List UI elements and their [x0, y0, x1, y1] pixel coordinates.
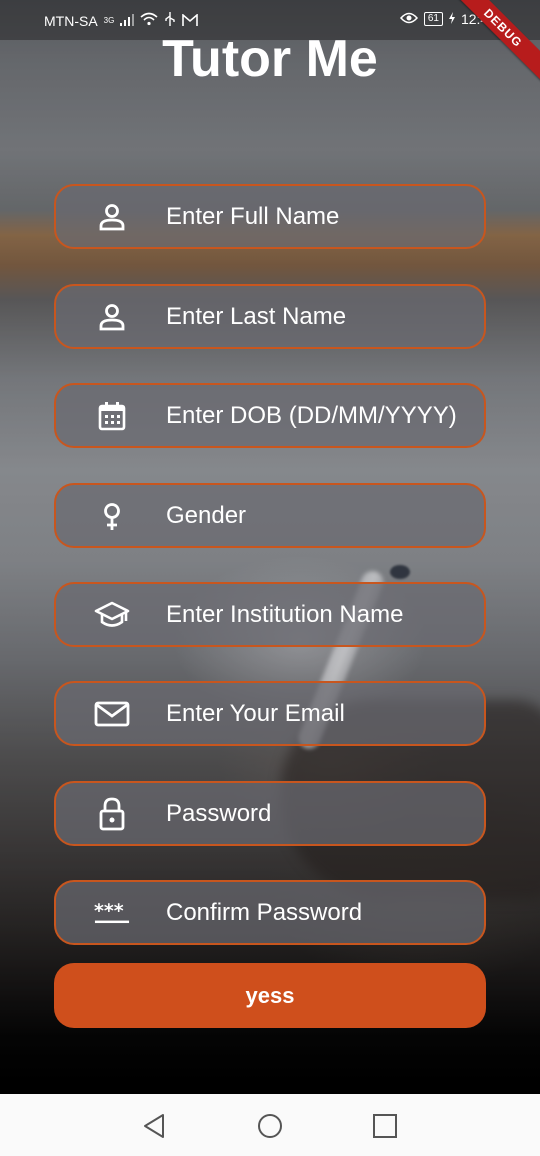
institution-placeholder: Enter Institution Name — [166, 600, 404, 628]
last-name-field[interactable]: Enter Last Name — [54, 284, 486, 349]
gender-placeholder: Gender — [166, 501, 247, 529]
eye-icon — [399, 11, 418, 27]
password-placeholder: Password — [166, 799, 272, 827]
battery-indicator: 61 — [423, 12, 443, 26]
dob-placeholder: Enter DOB (DD/MM/YYYY) — [166, 401, 457, 429]
signal-icon — [120, 13, 135, 29]
carrier-name: MTN-SA — [44, 12, 98, 29]
gender-field[interactable]: Gender — [54, 483, 486, 548]
svg-text:***: *** — [94, 899, 124, 921]
person-icon — [94, 299, 130, 335]
email-placeholder: Enter Your Email — [166, 699, 345, 727]
confirm-password-placeholder: Confirm Password — [166, 898, 363, 926]
status-left: MTN-SA 3G — [44, 12, 199, 29]
person-icon — [94, 199, 130, 235]
app-title: Tutor Me — [162, 30, 378, 88]
full-name-placeholder: Enter Full Name — [166, 202, 340, 230]
confirm-password-field[interactable]: *** Confirm Password — [54, 880, 486, 945]
background-pen-tip — [390, 565, 410, 579]
lock-icon — [94, 796, 130, 832]
dob-field[interactable]: Enter DOB (DD/MM/YYYY) — [54, 383, 486, 448]
screen: MTN-SA 3G 61 12:46 DEBUG Tutor Me Enter … — [0, 0, 540, 1156]
gmail-icon — [182, 12, 199, 29]
email-field[interactable]: Enter Your Email — [54, 681, 486, 746]
navigation-bar — [0, 1094, 540, 1156]
graduation-cap-icon — [94, 597, 130, 633]
recents-icon[interactable] — [371, 1112, 399, 1140]
full-name-field[interactable]: Enter Full Name — [54, 184, 486, 249]
institution-field[interactable]: Enter Institution Name — [54, 582, 486, 647]
calendar-icon — [94, 398, 130, 434]
submit-button[interactable]: yess — [54, 963, 486, 1028]
usb-icon — [164, 12, 176, 29]
female-icon — [94, 498, 130, 534]
mail-icon — [94, 696, 130, 732]
home-icon[interactable] — [256, 1112, 284, 1140]
password-field[interactable]: Password — [54, 781, 486, 846]
back-icon[interactable] — [141, 1112, 169, 1140]
network-type: 3G — [103, 16, 115, 25]
password-dots-icon: *** — [94, 895, 130, 931]
last-name-placeholder: Enter Last Name — [166, 302, 347, 330]
wifi-icon — [140, 12, 158, 29]
charging-icon — [448, 11, 455, 27]
